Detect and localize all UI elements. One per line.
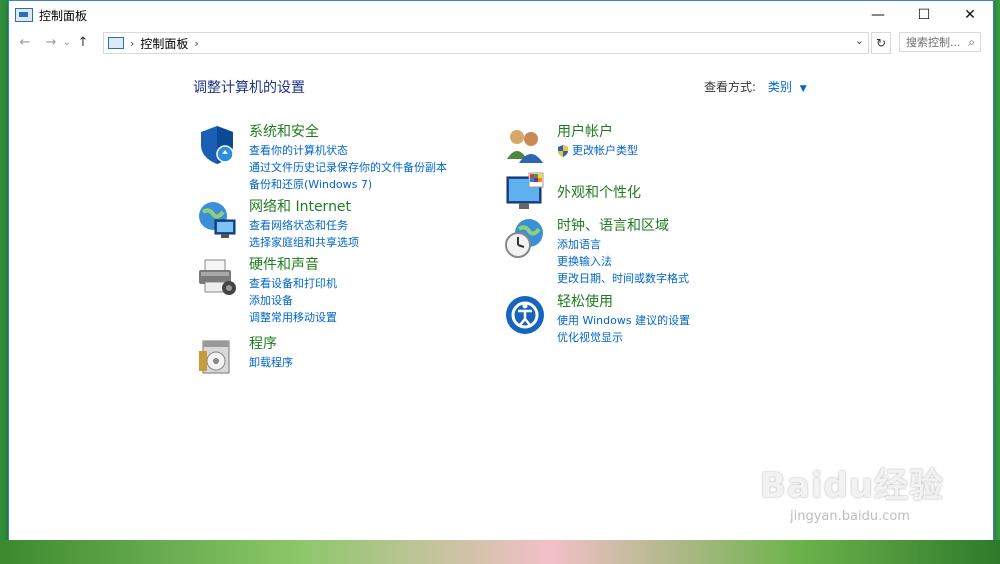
category-title[interactable]: 程序 bbox=[249, 335, 293, 353]
category-clock-language-region: 时钟、语言和区域 添加语言 更换输入法 更改日期、时间或数字格式 bbox=[503, 217, 689, 287]
control-panel-icon bbox=[108, 37, 124, 49]
link-change-input-method[interactable]: 更换输入法 bbox=[557, 253, 689, 270]
ease-of-access-icon[interactable] bbox=[503, 293, 547, 337]
minimize-button[interactable]: — bbox=[855, 1, 901, 29]
shield-icon[interactable] bbox=[195, 123, 239, 167]
control-panel-icon bbox=[15, 8, 33, 22]
category-programs: 程序 卸载程序 bbox=[195, 335, 293, 379]
link-backup-restore[interactable]: 备份和还原(Windows 7) bbox=[249, 176, 447, 193]
breadcrumb-control-panel[interactable]: 控制面板 bbox=[140, 35, 188, 52]
up-button[interactable]: ↑ bbox=[73, 32, 93, 52]
address-bar[interactable]: › 控制面板 › ⌄ bbox=[103, 32, 869, 54]
search-icon[interactable]: ⌕ bbox=[968, 35, 975, 50]
watermark-url: jingyan.baidu.com bbox=[790, 509, 910, 524]
view-by-label: 查看方式: bbox=[704, 80, 757, 94]
link-devices-printers[interactable]: 查看设备和打印机 bbox=[249, 275, 337, 292]
monitor-icon[interactable] bbox=[503, 171, 547, 215]
back-button[interactable]: ← bbox=[15, 32, 35, 52]
link-optimize-visual-display[interactable]: 优化视觉显示 bbox=[557, 329, 690, 346]
clock-globe-icon[interactable] bbox=[503, 217, 547, 261]
recent-locations-button[interactable]: ⌄ bbox=[61, 32, 73, 52]
category-system-security: 系统和安全 查看你的计算机状态 通过文件历史记录保存你的文件备份副本 备份和还原… bbox=[195, 123, 447, 193]
printer-icon[interactable] bbox=[195, 256, 239, 300]
page-title: 调整计算机的设置 bbox=[193, 80, 305, 96]
link-recommended-settings[interactable]: 使用 Windows 建议的设置 bbox=[557, 312, 690, 329]
title-bar[interactable]: 控制面板 — ☐ ✕ bbox=[9, 1, 993, 29]
link-network-status[interactable]: 查看网络状态和任务 bbox=[249, 217, 359, 234]
dropdown-caret-icon[interactable]: ▼ bbox=[800, 84, 807, 94]
programs-icon[interactable] bbox=[195, 335, 239, 379]
refresh-button[interactable]: ↻ bbox=[871, 32, 891, 54]
desktop-wallpaper bbox=[0, 540, 1000, 564]
breadcrumb-separator[interactable]: › bbox=[130, 37, 134, 50]
link-view-computer-status[interactable]: 查看你的计算机状态 bbox=[249, 142, 447, 159]
baidu-watermark: Baidu经验 jingyan.baidu.com bbox=[760, 458, 944, 524]
watermark-logo-text: Baidu经验 bbox=[760, 466, 945, 506]
view-by-dropdown[interactable]: 类别 bbox=[768, 80, 792, 94]
link-change-date-time-format[interactable]: 更改日期、时间或数字格式 bbox=[557, 270, 689, 287]
category-title[interactable]: 用户帐户 bbox=[557, 123, 638, 141]
category-network-internet: 网络和 Internet 查看网络状态和任务 选择家庭组和共享选项 bbox=[195, 198, 359, 251]
address-dropdown-icon[interactable]: ⌄ bbox=[855, 34, 864, 47]
breadcrumb-trail-chevron[interactable]: › bbox=[194, 37, 198, 50]
forward-button[interactable]: → bbox=[41, 32, 61, 52]
category-user-accounts: 用户帐户 更改帐户类型 bbox=[503, 123, 638, 167]
link-file-history-backup[interactable]: 通过文件历史记录保存你的文件备份副本 bbox=[249, 159, 447, 176]
link-mobility-settings[interactable]: 调整常用移动设置 bbox=[249, 309, 337, 326]
window-title: 控制面板 bbox=[39, 8, 88, 23]
search-input[interactable]: 搜索控制... ⌕ bbox=[899, 32, 981, 52]
navigation-bar: ← → ⌄ ↑ › 控制面板 › ⌄ ↻ 搜索控制... ⌕ bbox=[9, 29, 993, 55]
uac-shield-icon bbox=[558, 144, 568, 157]
maximize-button[interactable]: ☐ bbox=[901, 1, 947, 29]
link-label[interactable]: 更改帐户类型 bbox=[572, 142, 638, 159]
category-ease-of-access: 轻松使用 使用 Windows 建议的设置 优化视觉显示 bbox=[503, 293, 690, 346]
category-title[interactable]: 硬件和声音 bbox=[249, 256, 337, 274]
close-button[interactable]: ✕ bbox=[947, 1, 993, 29]
category-title[interactable]: 时钟、语言和区域 bbox=[557, 217, 689, 235]
link-add-device[interactable]: 添加设备 bbox=[249, 292, 337, 309]
category-title[interactable]: 系统和安全 bbox=[249, 123, 447, 141]
link-change-account-type[interactable]: 更改帐户类型 bbox=[557, 142, 638, 159]
category-title[interactable]: 网络和 Internet bbox=[249, 198, 359, 216]
link-homegroup-sharing[interactable]: 选择家庭组和共享选项 bbox=[249, 234, 359, 251]
link-uninstall-program[interactable]: 卸载程序 bbox=[249, 354, 293, 371]
network-globe-icon[interactable] bbox=[195, 198, 239, 242]
category-title[interactable]: 轻松使用 bbox=[557, 293, 690, 311]
category-title[interactable]: 外观和个性化 bbox=[557, 184, 641, 202]
view-by: 查看方式: 类别 ▼ bbox=[704, 78, 807, 95]
search-placeholder: 搜索控制... bbox=[906, 36, 961, 49]
window-controls: — ☐ ✕ bbox=[855, 1, 993, 29]
link-add-language[interactable]: 添加语言 bbox=[557, 236, 689, 253]
category-appearance: 外观和个性化 bbox=[503, 171, 641, 215]
category-hardware-sound: 硬件和声音 查看设备和打印机 添加设备 调整常用移动设置 bbox=[195, 256, 337, 326]
users-icon[interactable] bbox=[503, 123, 547, 167]
